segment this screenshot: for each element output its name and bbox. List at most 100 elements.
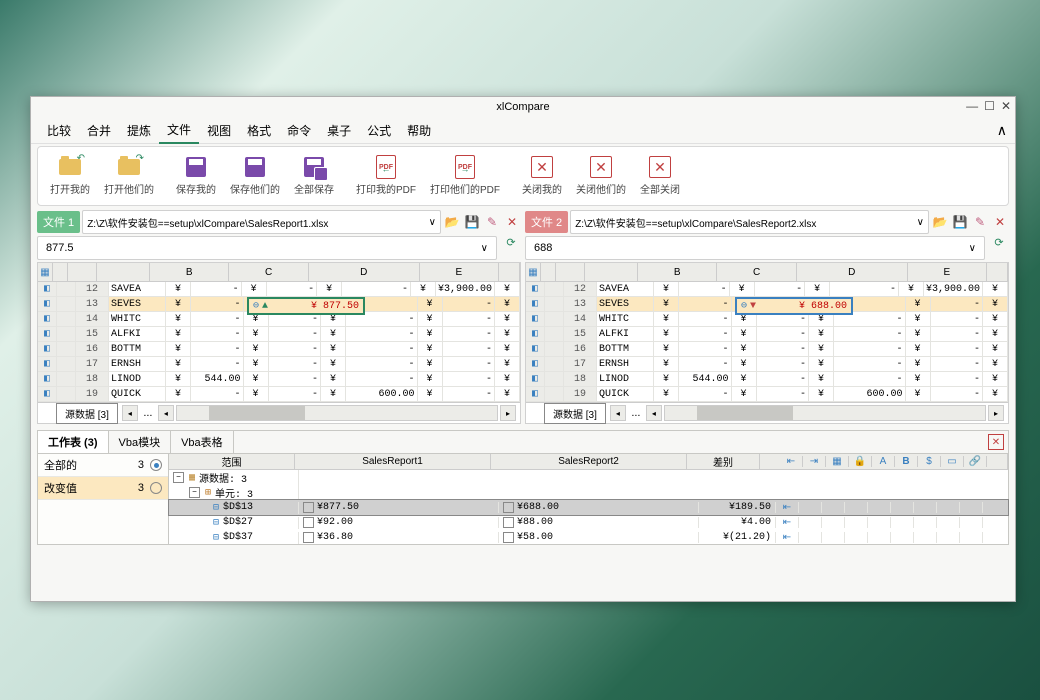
menu-item[interactable]: 帮助 <box>399 118 439 143</box>
link-icon[interactable]: 🔗 <box>964 456 987 467</box>
expander-icon[interactable]: − <box>189 487 200 498</box>
open-mine-button[interactable]: ↶ 打开我的 <box>46 154 94 198</box>
tree-node-unit[interactable]: − ⊞ 单元: 3 <box>169 485 1008 500</box>
save-file1-icon[interactable]: 💾 <box>463 215 481 229</box>
grid-row[interactable]: ◧12SAVEA¥-¥-¥-¥¥3,900.00¥ <box>38 282 520 297</box>
open-file2-icon[interactable]: 📂 <box>931 215 949 229</box>
grid-row[interactable]: ◧19QUICK¥-¥-¥600.00¥-¥ <box>526 387 1008 402</box>
radio-icon[interactable] <box>150 482 162 494</box>
open-theirs-button[interactable]: ↷ 打开他们的 <box>100 154 158 198</box>
grid-row[interactable]: ◧18LINOD¥544.00¥-¥-¥-¥ <box>526 372 1008 387</box>
tab-vba-sheets[interactable]: Vba表格 <box>171 431 234 453</box>
ribbon-collapse-icon[interactable]: ∧ <box>997 122 1007 139</box>
scroll-right-button[interactable]: ▸ <box>500 405 516 421</box>
menu-item[interactable]: 命令 <box>279 118 319 143</box>
radio-icon[interactable] <box>150 459 162 471</box>
menu-item[interactable]: 合并 <box>79 118 119 143</box>
print-mine-pdf-button[interactable]: PDF← 打印我的PDF <box>352 154 420 198</box>
grid-row[interactable]: ◧19QUICK¥-¥-¥600.00¥-¥ <box>38 387 520 402</box>
open-file1-icon[interactable]: 📂 <box>443 215 461 229</box>
diff-row[interactable]: ⊟$D$37¥36.80¥58.00¥(21.20)⇤ <box>169 530 1008 545</box>
grid-icon[interactable]: ▦ <box>526 263 541 281</box>
column-header-d[interactable]: D <box>797 263 908 281</box>
grid-body-right[interactable]: ◧12SAVEA¥-¥-¥-¥¥3,900.00¥◧13SEVES¥-¥-¥¥-… <box>526 282 1008 402</box>
grid-row[interactable]: ◧16BOTTM¥-¥-¥-¥-¥ <box>526 342 1008 357</box>
menu-item[interactable]: 格式 <box>239 118 279 143</box>
scroll-left-button[interactable]: ◂ <box>158 405 174 421</box>
sheet-tab-left[interactable]: 源数据 [3] <box>56 403 118 424</box>
menu-item[interactable]: 桌子 <box>319 118 359 143</box>
scroll-left-button[interactable]: ◂ <box>122 405 138 421</box>
grid-row[interactable]: ◧17ERNSH¥-¥-¥-¥-¥ <box>526 357 1008 372</box>
filter-all[interactable]: 全部的 3 <box>38 454 168 477</box>
minimize-button[interactable]: — <box>966 99 978 113</box>
file1-path-dropdown[interactable]: Z:\Z\软件安装包==setup\xlCompare\SalesReport1… <box>82 210 441 234</box>
grid-body-left[interactable]: ◧12SAVEA¥-¥-¥-¥¥3,900.00¥◧13SEVES¥-¥-¥¥-… <box>38 282 520 402</box>
close-button[interactable]: ✕ <box>1001 99 1011 113</box>
column-header-d[interactable]: D <box>309 263 420 281</box>
close-all-button[interactable]: ✕ 全部关闭 <box>636 154 684 198</box>
grid-row[interactable]: ◧16BOTTM¥-¥-¥-¥-¥ <box>38 342 520 357</box>
close-mine-button[interactable]: ✕ 关闭我的 <box>518 154 566 198</box>
grid-icon[interactable]: ▦ <box>38 263 53 281</box>
grid-icon[interactable]: ▦ <box>826 456 849 467</box>
file2-cell-value[interactable]: 688 ∨ <box>525 236 985 260</box>
file1-cell-value[interactable]: 877.5 ∨ <box>37 236 497 260</box>
col-header-range[interactable]: 范围 <box>169 454 295 469</box>
grid-row[interactable]: ◧17ERNSH¥-¥-¥-¥-¥ <box>38 357 520 372</box>
filter-changed-values[interactable]: 改变值 3 <box>38 477 168 500</box>
lock-icon[interactable]: 🔒 <box>849 456 872 467</box>
scroll-right-button[interactable]: ▸ <box>988 405 1004 421</box>
column-header-c[interactable]: C <box>717 263 796 281</box>
tab-vba-modules[interactable]: Vba模块 <box>109 431 172 453</box>
scroll-left-button[interactable]: ◂ <box>646 405 662 421</box>
arrow-left-circle-icon[interactable]: ⊖ <box>253 300 259 312</box>
diff-row[interactable]: ⊟$D$13¥877.50¥688.00¥189.50⇤ <box>169 500 1008 515</box>
save-file2-icon[interactable]: 💾 <box>951 215 969 229</box>
tab-worksheets[interactable]: 工作表 (3) <box>38 431 109 453</box>
grid-row[interactable]: ◧18LINOD¥544.00¥-¥-¥-¥ <box>38 372 520 387</box>
refresh-file1-icon[interactable]: ⟳ <box>501 236 521 260</box>
sheet-tab-right[interactable]: 源数据 [3] <box>544 403 606 424</box>
column-header-c[interactable]: C <box>229 263 308 281</box>
scroll-left-button[interactable]: ◂ <box>610 405 626 421</box>
column-header-e[interactable]: E <box>420 263 499 281</box>
bold-icon[interactable]: B <box>895 456 918 467</box>
save-mine-button[interactable]: 保存我的 <box>172 154 220 198</box>
file2-path-dropdown[interactable]: Z:\Z\软件安装包==setup\xlCompare\SalesReport2… <box>570 210 929 234</box>
bookmark-file1-icon[interactable]: ✎ <box>483 215 501 229</box>
close-file2-icon[interactable]: ✕ <box>991 215 1009 229</box>
nav-prev-icon[interactable]: ⇤ <box>780 456 803 467</box>
horizontal-scrollbar[interactable] <box>176 405 498 421</box>
column-header-b[interactable]: B <box>638 263 717 281</box>
col-header-report2[interactable]: SalesReport2 <box>491 454 687 469</box>
grid-row[interactable]: ◧12SAVEA¥-¥-¥-¥¥3,900.00¥ <box>526 282 1008 297</box>
expander-icon[interactable]: − <box>173 472 184 483</box>
close-theirs-button[interactable]: ✕ 关闭他们的 <box>572 154 630 198</box>
column-header-b[interactable]: B <box>150 263 229 281</box>
column-header-e[interactable]: E <box>908 263 987 281</box>
border-icon[interactable]: ▭ <box>941 456 964 467</box>
arrow-left-circle-icon[interactable]: ⊖ <box>741 300 747 312</box>
menu-item[interactable]: 公式 <box>359 118 399 143</box>
save-theirs-button[interactable]: 保存他们的 <box>226 154 284 198</box>
bookmark-file2-icon[interactable]: ✎ <box>971 215 989 229</box>
close-panel-button[interactable]: ✕ <box>988 434 1004 450</box>
print-theirs-pdf-button[interactable]: PDF→ 打印他们的PDF <box>426 154 504 198</box>
refresh-file2-icon[interactable]: ⟳ <box>989 236 1009 260</box>
horizontal-scrollbar[interactable] <box>664 405 986 421</box>
diff-row[interactable]: ⊟$D$27¥92.00¥88.00¥4.00⇤ <box>169 515 1008 530</box>
menu-item[interactable]: 提炼 <box>119 118 159 143</box>
col-header-report1[interactable]: SalesReport1 <box>295 454 491 469</box>
menu-item[interactable]: 视图 <box>199 118 239 143</box>
tree-node-sheet[interactable]: − ▦ 源数据: 3 <box>169 470 1008 485</box>
col-header-diff[interactable]: 差别 <box>687 454 760 469</box>
grid-row[interactable]: ◧15ALFKI¥-¥-¥-¥-¥ <box>526 327 1008 342</box>
grid-row[interactable]: ◧15ALFKI¥-¥-¥-¥-¥ <box>38 327 520 342</box>
currency-icon[interactable]: $ <box>918 456 941 467</box>
menu-item[interactable]: 比较 <box>39 118 79 143</box>
nav-next-icon[interactable]: ⇥ <box>803 456 826 467</box>
close-file1-icon[interactable]: ✕ <box>503 215 521 229</box>
font-color-icon[interactable]: A <box>872 456 895 467</box>
maximize-button[interactable]: ☐ <box>984 99 995 113</box>
